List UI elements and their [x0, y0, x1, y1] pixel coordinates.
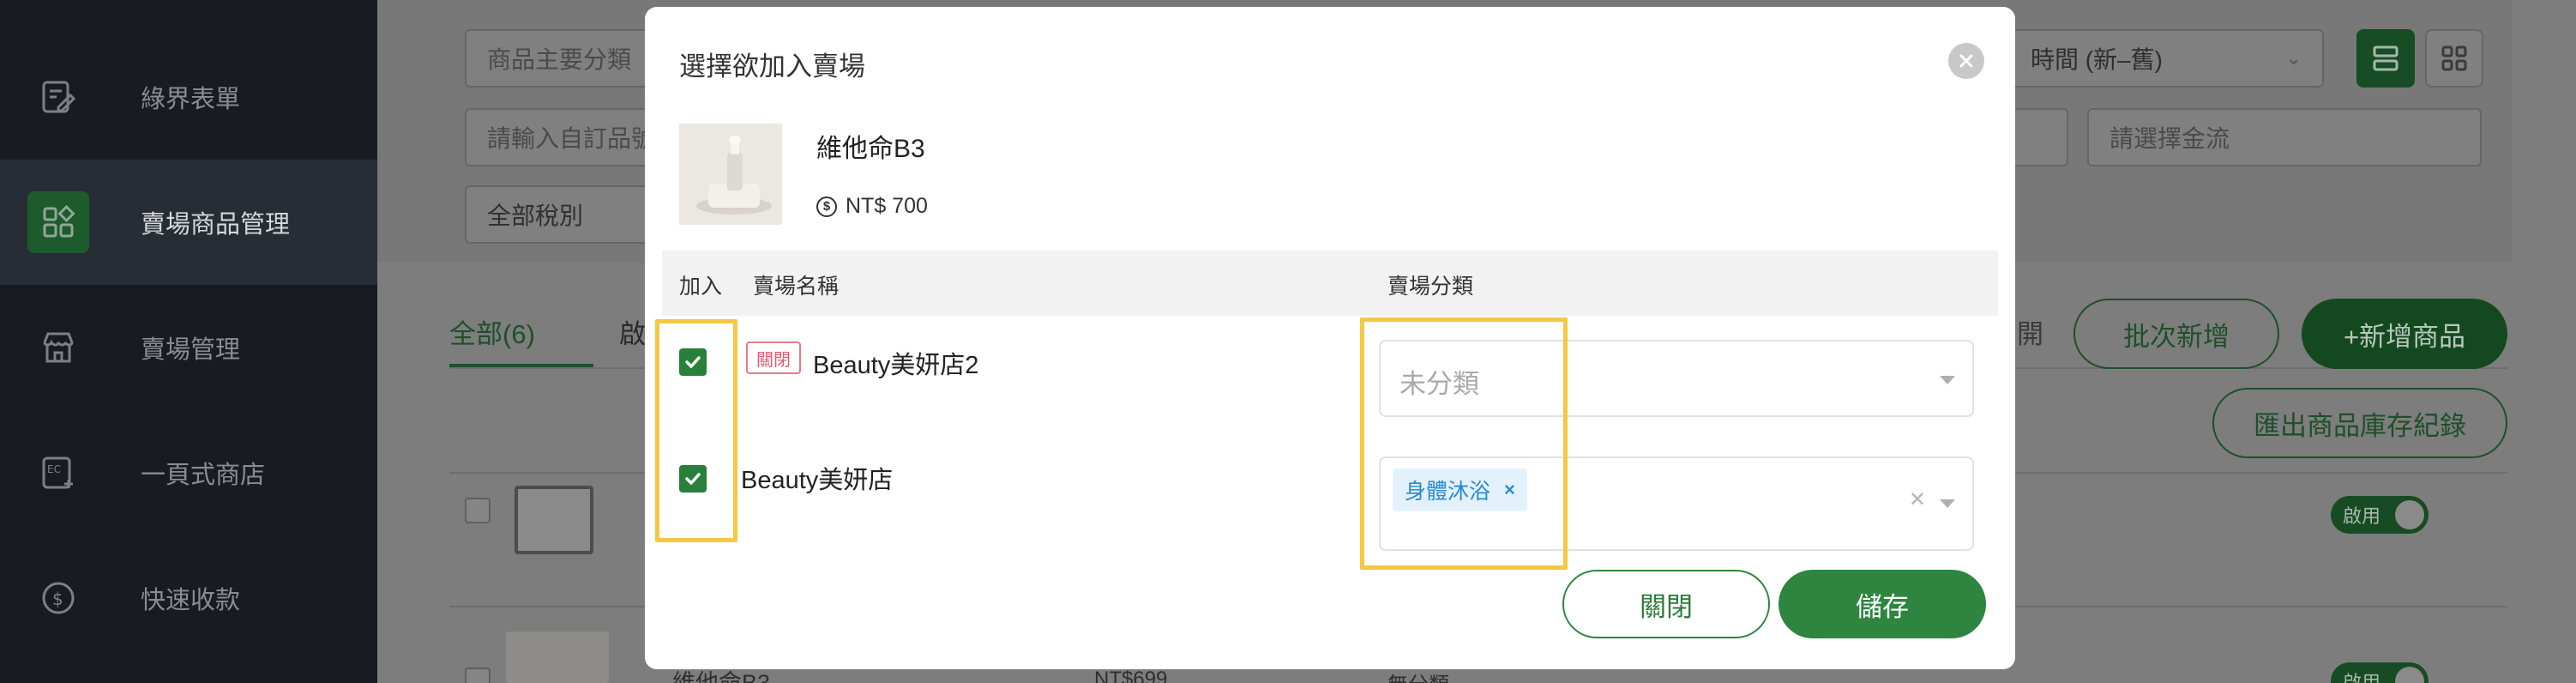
sidebar-item-label: 快速收款: [141, 587, 241, 614]
product-price: $ NT$ 700: [816, 194, 928, 219]
close-icon: [1959, 54, 1973, 68]
dollar-circle-icon: $: [38, 577, 79, 619]
widgets-icon: [27, 191, 89, 253]
add-to-store-dialog: 選擇欲加入賣場 維他命B3 $ NT$ 700 加入 賣場名稱 賣場分類 關閉 …: [645, 7, 2015, 669]
batch-add-button[interactable]: 批次新增: [2073, 299, 2279, 369]
sidebar-item-label: 賣場商品管理: [141, 211, 291, 239]
tab-enabled[interactable]: 啟: [619, 312, 646, 351]
product-image: [679, 124, 782, 225]
store-name: Beauty美妍店2: [813, 352, 979, 379]
sidebar-item-products[interactable]: 賣場商品管理: [0, 160, 377, 285]
status-toggle[interactable]: 啟用: [2331, 496, 2429, 534]
form-edit-icon: [38, 76, 79, 118]
filter-field-partial[interactable]: [2008, 108, 2068, 166]
close-button[interactable]: 關閉: [1562, 570, 1770, 638]
list-view-button[interactable]: [2356, 29, 2415, 88]
row-checkbox[interactable]: [465, 498, 491, 523]
list-view-icon: [2373, 45, 2398, 71]
grid-view-icon: [2441, 45, 2467, 71]
export-inventory-button[interactable]: 匯出商品庫存紀錄: [2212, 388, 2507, 458]
sidebar-item-label: 賣場管理: [141, 336, 241, 364]
svg-text:EC: EC: [47, 463, 61, 475]
close-dialog-button[interactable]: [1948, 43, 1984, 79]
dialog-title: 選擇欲加入賣場: [679, 51, 865, 82]
product-price-value: NT$ 700: [846, 194, 928, 218]
product-thumbnail: [515, 486, 593, 554]
sidebar-item-ecpay-form[interactable]: 綠界表單: [0, 34, 377, 160]
order-number-placeholder: 請輸入自訂品號: [487, 125, 656, 152]
cashflow-select[interactable]: 請選擇金流: [2087, 108, 2482, 166]
sidebar-item-one-page-shop[interactable]: EC 一頁式商店: [0, 410, 377, 535]
sidebar-item-quick-payment[interactable]: $ 快速收款: [0, 535, 377, 661]
grid-view-button[interactable]: [2425, 29, 2483, 88]
sidebar: 綠界表單 賣場商品管理 賣場管理 EC 一頁式商店 $ 快速收款: [0, 0, 377, 683]
tab-all[interactable]: 全部(6): [449, 312, 535, 351]
sidebar-item-label: 綠界表單: [141, 86, 241, 113]
sidebar-item-label: 一頁式商店: [141, 462, 266, 489]
store-name: Beauty美妍店: [741, 467, 894, 494]
dollar-circle-icon: $: [816, 196, 837, 217]
status-toggle-label: 啟用: [2343, 505, 2381, 527]
product-name: 維他命B3: [816, 135, 925, 163]
status-toggle[interactable]: 啟用: [2331, 662, 2429, 683]
chevron-down-icon: [1940, 376, 1955, 384]
category-highlight-box: [1360, 317, 1568, 570]
column-store-name: 賣場名稱: [753, 275, 840, 299]
tax-select-value: 全部稅別: [487, 202, 584, 229]
sidebar-item-store-management[interactable]: 賣場管理: [0, 285, 377, 410]
save-button[interactable]: 儲存: [1779, 570, 1986, 638]
clear-selection-icon[interactable]: ✕: [1909, 487, 1926, 512]
checkbox-highlight-box: [655, 319, 737, 542]
storefront-icon: [38, 327, 79, 368]
chevron-down-icon: ⌄: [2285, 47, 2302, 69]
category-filter-placeholder: 商品主要分類: [487, 46, 632, 73]
status-toggle-label: 啟用: [2343, 672, 2381, 683]
svg-text:$: $: [52, 589, 63, 609]
row-checkbox[interactable]: [465, 668, 491, 683]
product-category: 無分類: [1387, 668, 1449, 683]
ec-shop-icon: EC: [38, 452, 79, 493]
column-join: 加入: [679, 275, 723, 299]
add-product-button[interactable]: +新增商品: [2302, 299, 2507, 369]
store-closed-tag: 關閉: [746, 342, 801, 374]
column-store-category: 賣場分類: [1387, 275, 1474, 299]
product-thumbnail: [506, 632, 609, 683]
tab-partial-right[interactable]: 開: [2017, 312, 2043, 351]
sort-select-value: 時間 (新–舊): [2031, 46, 2164, 73]
store-table-header: 加入 賣場名稱 賣場分類: [662, 251, 1998, 316]
product-price: NT$699: [1094, 668, 1168, 683]
chevron-down-icon: [1940, 499, 1955, 508]
sort-select[interactable]: 時間 (新–舊) ⌄: [2008, 29, 2324, 88]
cashflow-placeholder: 請選擇金流: [2110, 125, 2230, 152]
